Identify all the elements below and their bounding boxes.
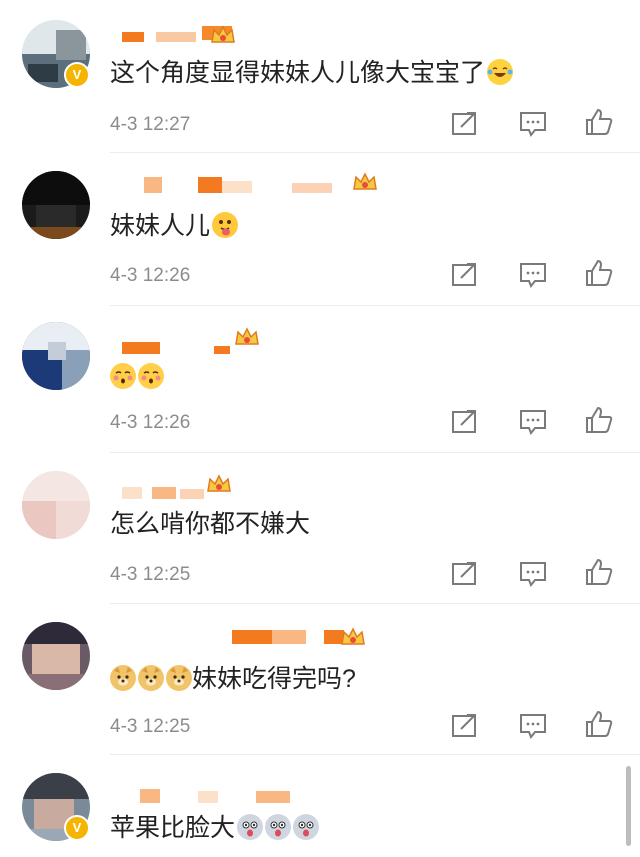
username[interactable] [122, 336, 232, 354]
comment-time: 4-3 12:25 [110, 564, 191, 585]
share-icon [452, 714, 476, 737]
comment-text: 妹妹人儿 [110, 211, 239, 241]
reply-button[interactable] [518, 110, 548, 138]
comment-item: 妹妹人儿 4-3 12:26 [0, 153, 640, 305]
like-icon [586, 259, 613, 286]
like-icon [586, 108, 613, 135]
share-button[interactable] [450, 261, 480, 289]
share-button[interactable] [450, 408, 480, 436]
comment-item: 4-3 12:26 [0, 306, 640, 452]
comment-item: V 苹果比脸大 [0, 755, 640, 857]
like-icon [586, 710, 613, 737]
comment-time: 4-3 12:25 [110, 716, 191, 737]
blush-face-emoji [138, 363, 164, 389]
comment-text [110, 362, 164, 392]
comment-item: 怎么啃你都不嫌大 4-3 12:25 [0, 453, 640, 603]
avatar[interactable] [22, 171, 90, 239]
shocked-face-emoji [293, 814, 320, 840]
comment-text: 苹果比脸大 [110, 813, 320, 843]
comment-icon [520, 263, 546, 288]
like-icon [586, 558, 613, 585]
share-icon [452, 263, 476, 286]
comment-icon [520, 562, 546, 587]
username[interactable] [122, 177, 342, 193]
comment-time: 4-3 12:27 [110, 114, 191, 135]
verified-icon: V [64, 62, 90, 88]
like-button[interactable] [584, 108, 614, 136]
share-button[interactable] [450, 560, 480, 588]
avatar[interactable] [22, 622, 90, 690]
laugh-tears-emoji [487, 59, 514, 85]
crown-icon [207, 474, 231, 492]
avatar[interactable] [22, 322, 90, 390]
share-icon [452, 112, 476, 135]
crown-icon [341, 627, 365, 645]
blush-face-emoji [110, 363, 136, 389]
like-icon [586, 406, 613, 433]
doge-emoji [166, 665, 192, 691]
comment-item: 妹妹吃得完吗? 4-3 12:25 [0, 604, 640, 754]
verified-icon: V [64, 815, 90, 841]
comment-text: 这个角度显得妹妹人儿像大宝宝了 [110, 58, 514, 88]
like-button[interactable] [584, 406, 614, 434]
like-button[interactable] [584, 558, 614, 586]
crown-icon [353, 172, 377, 190]
comment-text: 怎么啃你都不嫌大 [110, 510, 311, 538]
scrollbar[interactable] [626, 766, 631, 846]
comment-icon [520, 410, 546, 435]
comment-icon [520, 112, 546, 137]
like-button[interactable] [584, 259, 614, 287]
crown-icon [235, 327, 259, 345]
comment-time: 4-3 12:26 [110, 265, 191, 286]
share-icon [452, 410, 476, 433]
comment-list: V 这个角度显得妹妹人儿像大宝宝了 4-3 12:27 妹妹人儿 4-3 12:… [0, 0, 640, 857]
reply-button[interactable] [518, 560, 548, 588]
avatar[interactable] [22, 471, 90, 539]
shocked-face-emoji [265, 814, 292, 840]
reply-button[interactable] [518, 408, 548, 436]
username[interactable] [122, 483, 204, 499]
crown-icon [211, 25, 235, 43]
like-button[interactable] [584, 710, 614, 738]
reply-button[interactable] [518, 712, 548, 740]
username[interactable] [140, 789, 290, 805]
share-button[interactable] [450, 110, 480, 138]
doge-emoji [110, 665, 136, 691]
doge-emoji [138, 665, 164, 691]
comment-time: 4-3 12:26 [110, 412, 191, 433]
share-icon [452, 562, 476, 585]
tongue-face-emoji [212, 212, 239, 238]
share-button[interactable] [450, 712, 480, 740]
comment-item: V 这个角度显得妹妹人儿像大宝宝了 4-3 12:27 [0, 0, 640, 152]
username[interactable] [232, 626, 352, 644]
comment-text: 妹妹吃得完吗? [110, 664, 356, 694]
reply-button[interactable] [518, 261, 548, 289]
comment-icon [520, 714, 546, 739]
shocked-face-emoji [237, 814, 264, 840]
